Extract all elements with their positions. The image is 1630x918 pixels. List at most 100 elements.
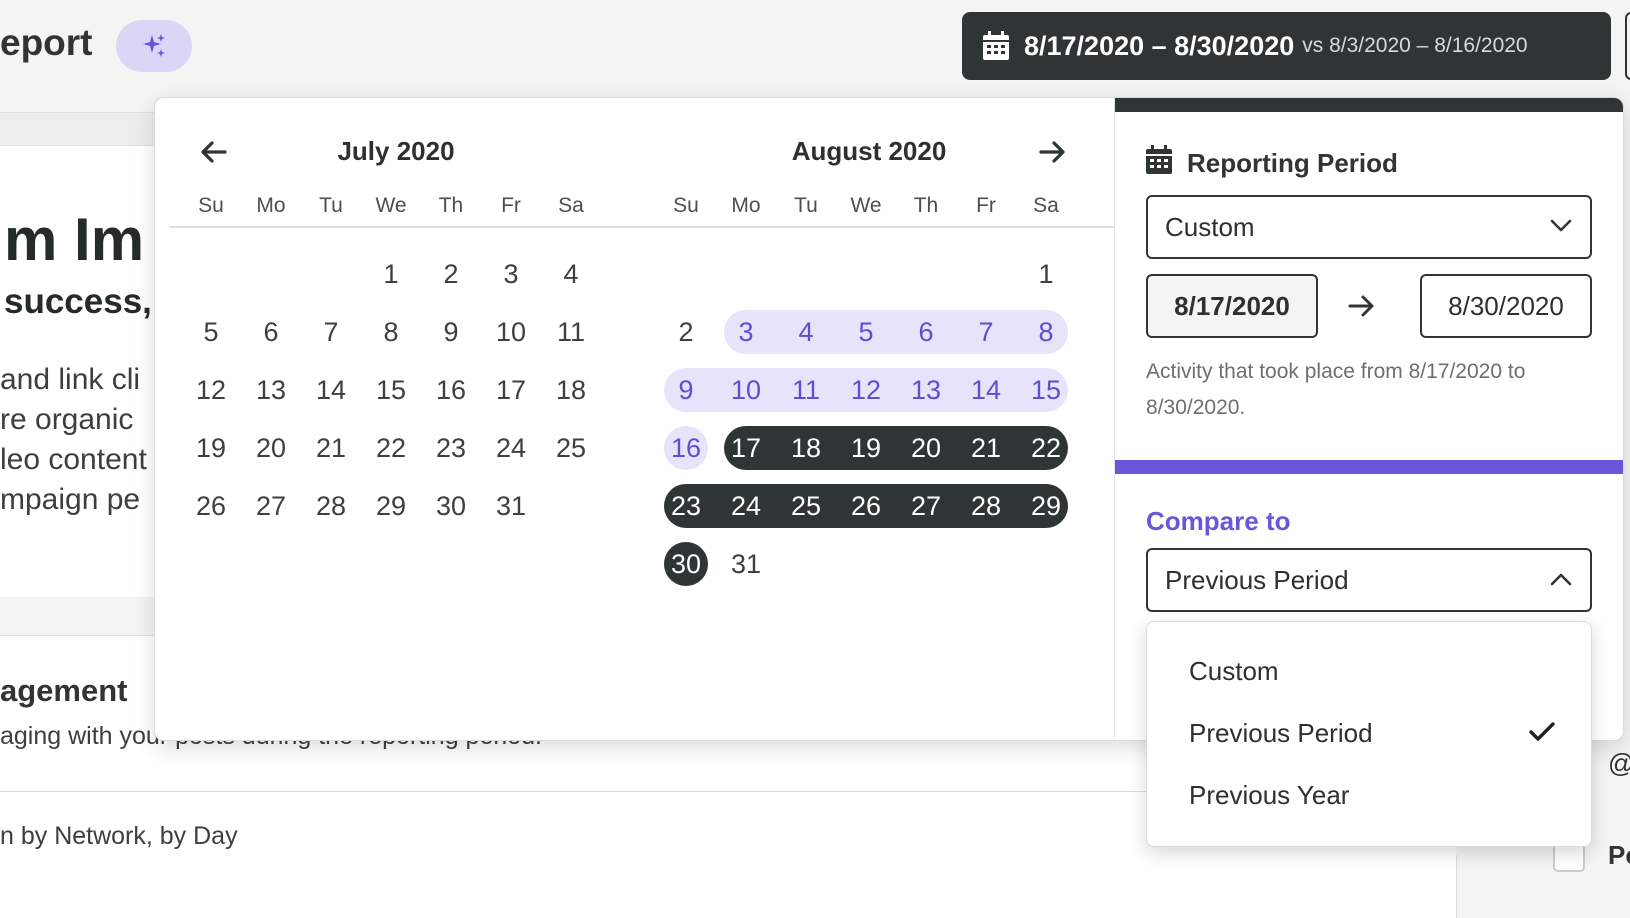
calendar-day[interactable]: 12 xyxy=(844,368,888,412)
calendar-day[interactable]: 14 xyxy=(964,368,1008,412)
calendar-day[interactable]: 5 xyxy=(844,310,888,354)
next-toolbar-button[interactable] xyxy=(1625,12,1630,80)
compare-range-bar xyxy=(724,310,1068,354)
ai-assist-button[interactable] xyxy=(116,20,192,72)
background-subheading: success, xyxy=(4,282,152,321)
calendar-day[interactable]: 20 xyxy=(249,426,293,470)
calendar-day[interactable]: 1 xyxy=(369,252,413,296)
month-title: July 2020 xyxy=(337,136,455,166)
calendar-day[interactable]: 28 xyxy=(309,484,353,528)
calendar-day[interactable]: 17 xyxy=(489,368,533,412)
calendar-day[interactable]: 26 xyxy=(189,484,233,528)
calendar-day[interactable]: 2 xyxy=(664,310,708,354)
arrow-right-icon xyxy=(1348,295,1374,317)
calendar-day[interactable]: 7 xyxy=(309,310,353,354)
calendar-day[interactable]: 7 xyxy=(964,310,1008,354)
compare-to-select[interactable]: Previous Period xyxy=(1146,548,1592,612)
calendar-day[interactable]: 30 xyxy=(429,484,473,528)
calendar-day[interactable]: 2 xyxy=(429,252,473,296)
calendar-day[interactable]: 5 xyxy=(189,310,233,354)
dropdown-option-previous-period[interactable]: Previous Period xyxy=(1147,702,1593,764)
calendar-day[interactable]: 22 xyxy=(369,426,413,470)
weekday-label: Su xyxy=(198,194,224,217)
weekday-label: Fr xyxy=(976,194,996,217)
dropdown-option-previous-year[interactable]: Previous Year xyxy=(1147,764,1593,826)
calendar-day[interactable]: 24 xyxy=(724,484,768,528)
calendar-day[interactable]: 18 xyxy=(549,368,593,412)
calendar-day[interactable]: 27 xyxy=(904,484,948,528)
calendar-day[interactable]: 13 xyxy=(904,368,948,412)
calendar-day[interactable]: 9 xyxy=(429,310,473,354)
calendar-day[interactable]: 23 xyxy=(429,426,473,470)
calendar-day[interactable]: 15 xyxy=(369,368,413,412)
calendar-day[interactable]: 8 xyxy=(1024,310,1068,354)
calendar-day[interactable]: 12 xyxy=(189,368,233,412)
calendar-day[interactable]: 24 xyxy=(489,426,533,470)
calendar-day[interactable]: 29 xyxy=(1024,484,1068,528)
compare-section-divider xyxy=(1115,460,1623,474)
network-label: n by Network, by Day xyxy=(0,822,238,850)
background-column xyxy=(1456,855,1498,918)
calendar-day[interactable]: 10 xyxy=(489,310,533,354)
weekday-divider xyxy=(169,226,1114,228)
weekday-label: Su xyxy=(673,194,699,217)
reporting-period-value: Custom xyxy=(1165,211,1255,242)
compare-to-title: Compare to xyxy=(1146,506,1291,536)
calendar-day[interactable]: 19 xyxy=(844,426,888,470)
calendar-day[interactable]: 21 xyxy=(309,426,353,470)
prev-month-button[interactable] xyxy=(193,132,233,172)
calendar-day[interactable]: 4 xyxy=(784,310,828,354)
start-date-input[interactable]: 8/17/2020 xyxy=(1146,274,1318,338)
calendar-day[interactable]: 23 xyxy=(664,484,708,528)
calendar-day[interactable]: 22 xyxy=(1024,426,1068,470)
calendar-day[interactable]: 31 xyxy=(489,484,533,528)
calendar-day[interactable]: 20 xyxy=(904,426,948,470)
calendar-day[interactable]: 3 xyxy=(489,252,533,296)
calendar-day[interactable]: 10 xyxy=(724,368,768,412)
calendar-day[interactable]: 30 xyxy=(664,542,708,586)
calendar-day[interactable]: 8 xyxy=(369,310,413,354)
background-heading: m Im xyxy=(4,206,145,273)
calendar-day[interactable]: 17 xyxy=(724,426,768,470)
weekday-label: We xyxy=(375,194,407,217)
calendar-day[interactable]: 21 xyxy=(964,426,1008,470)
dropdown-option-label: Custom xyxy=(1189,655,1279,686)
calendar-day[interactable]: 13 xyxy=(249,368,293,412)
calendar-day[interactable]: 16 xyxy=(429,368,473,412)
compare-to-dropdown-menu: Custom Previous Period Previous Year xyxy=(1146,621,1592,847)
calendar-day[interactable]: 6 xyxy=(904,310,948,354)
end-date-input[interactable]: 8/30/2020 xyxy=(1420,274,1592,338)
engagement-title: agement xyxy=(0,673,128,708)
calendar-day[interactable]: 15 xyxy=(1024,368,1068,412)
date-range-button[interactable]: 8/17/2020 – 8/30/2020 vs 8/3/2020 – 8/16… xyxy=(962,12,1611,80)
calendar-day[interactable]: 19 xyxy=(189,426,233,470)
weekday-label: Th xyxy=(913,194,939,217)
chevron-down-icon xyxy=(1550,219,1572,232)
calendar-day[interactable]: 14 xyxy=(309,368,353,412)
dropdown-option-custom[interactable]: Custom xyxy=(1147,640,1593,702)
calendar-day[interactable]: 11 xyxy=(784,368,828,412)
calendar-day[interactable]: 18 xyxy=(784,426,828,470)
calendar-day[interactable]: 1 xyxy=(1024,252,1068,296)
calendar-day[interactable]: 9 xyxy=(664,368,708,412)
calendar-day[interactable]: 31 xyxy=(724,542,768,586)
calendar-day[interactable]: 28 xyxy=(964,484,1008,528)
next-month-button[interactable] xyxy=(1033,132,1073,172)
calendar-day[interactable]: 3 xyxy=(724,310,768,354)
calendar-day[interactable]: 26 xyxy=(844,484,888,528)
weekday-label: Tu xyxy=(319,194,343,217)
arrow-left-icon xyxy=(201,141,227,163)
calendar-day[interactable]: 25 xyxy=(549,426,593,470)
calendar-day[interactable]: 25 xyxy=(784,484,828,528)
reporting-period-select[interactable]: Custom xyxy=(1146,195,1592,259)
weekday-label: Sa xyxy=(1033,194,1059,217)
compare-range-text: vs 8/3/2020 – 8/16/2020 xyxy=(1302,34,1528,57)
background-text-line: mpaign pe xyxy=(0,483,141,516)
calendar-day[interactable]: 11 xyxy=(549,310,593,354)
calendar-day[interactable]: 6 xyxy=(249,310,293,354)
calendar-day[interactable]: 27 xyxy=(249,484,293,528)
calendar-day[interactable]: 4 xyxy=(549,252,593,296)
calendar-day[interactable]: 16 xyxy=(664,426,708,470)
calendar-day[interactable]: 29 xyxy=(369,484,413,528)
weekday-label: Tu xyxy=(794,194,818,217)
